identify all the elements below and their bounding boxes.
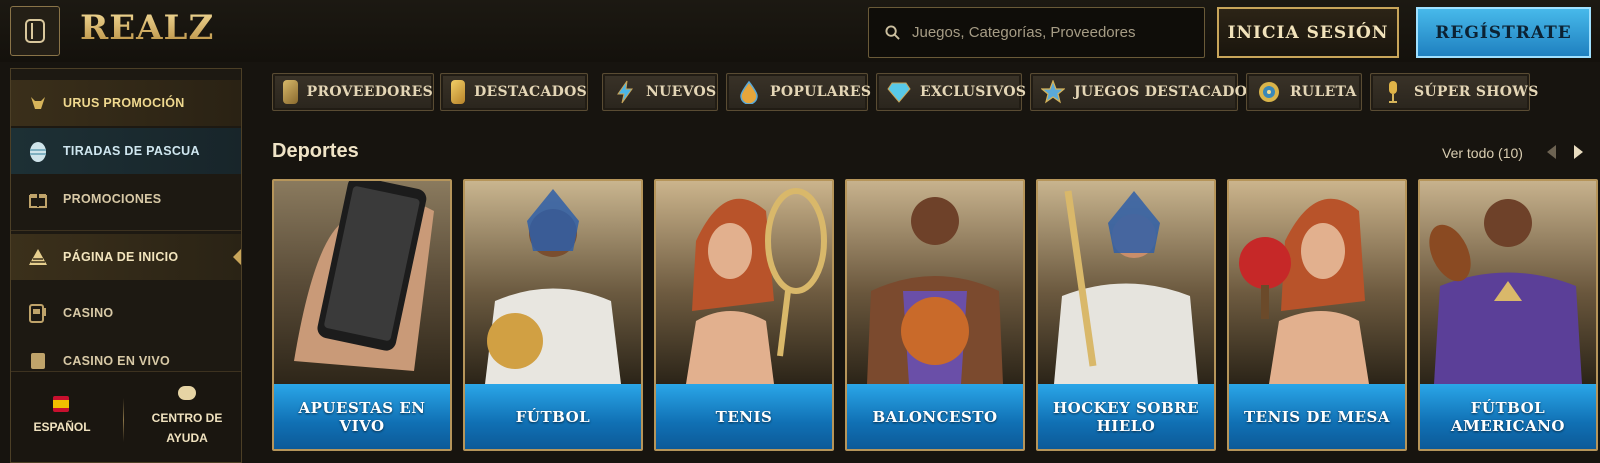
game-card-futbol-americano[interactable]: FÚTBOL AMERICANO: [1418, 179, 1598, 451]
sidebar-item-pagina-de-inicio[interactable]: PÁGINA DE INICIO: [11, 234, 241, 280]
game-card-apuestas-en-vivo[interactable]: APUESTAS EN VIVO: [272, 179, 452, 451]
card-title: TENIS: [715, 407, 773, 426]
game-card-futbol[interactable]: FÚTBOL: [463, 179, 643, 451]
game-card-hockey-sobre-hielo[interactable]: HOCKEY SOBRE HIELO: [1036, 179, 1216, 451]
gold-bars-icon: [451, 80, 466, 104]
sidebar-item-label: CASINO EN VIVO: [63, 354, 170, 368]
carousel-prev-button[interactable]: [1540, 140, 1562, 164]
card-title: APUESTAS EN VIVO: [298, 398, 426, 435]
card-label-band: FÚTBOL: [465, 384, 641, 449]
easter-egg-icon: [27, 140, 49, 162]
section-title: Deportes: [272, 140, 359, 162]
soccer-ball-icon: [465, 181, 641, 384]
lightning-icon: [613, 80, 637, 104]
slot-machine-icon: [27, 302, 49, 324]
carousel-next-button[interactable]: [1568, 140, 1590, 164]
game-card-tenis[interactable]: TENIS: [654, 179, 834, 451]
search-box[interactable]: [868, 7, 1205, 58]
search-input[interactable]: [910, 23, 1184, 42]
category-label: PROVEEDORES: [306, 84, 433, 100]
sidebar-divider: [11, 230, 241, 231]
card-label-band: APUESTAS EN VIVO: [274, 384, 450, 449]
help-center-link[interactable]: CENTRO DE AYUDA: [141, 408, 233, 448]
category-super-shows[interactable]: SÚPER SHOWS: [1370, 73, 1538, 111]
card-label-band: TENIS DE MESA: [1229, 384, 1405, 449]
card-title: BALONCESTO: [872, 407, 998, 426]
card-title: FÚTBOL AMERICANO: [1450, 398, 1565, 435]
category-label: NUEVOS: [646, 84, 717, 100]
category-label: SÚPER SHOWS: [1414, 84, 1539, 100]
sidebar: URUS PROMOCIÓN TIRADAS DE PASCUA PROMOCI…: [10, 68, 242, 463]
sidebar-footer: ESPAÑOL CENTRO DE AYUDA: [11, 371, 241, 462]
category-label: JUEGOS DESTACADOS: [1074, 84, 1258, 100]
sidebar-toggle-icon: [25, 19, 45, 43]
drop-icon: [737, 80, 761, 105]
category-destacados[interactable]: DESTACADOS: [440, 73, 588, 111]
sidebar-item-casino[interactable]: CASINO: [11, 290, 241, 336]
login-button[interactable]: INICIA SESIÓN: [1217, 7, 1399, 58]
category-juegos-destacados[interactable]: JUEGOS DESTACADOS: [1030, 73, 1257, 111]
card-title: FÚTBOL: [515, 407, 591, 426]
american-football-icon: [1420, 181, 1596, 384]
category-label: POPULARES: [770, 84, 872, 100]
star-icon: [1040, 79, 1066, 104]
sidebar-item-label: TIRADAS DE PASCUA: [63, 144, 200, 158]
diamond-icon: [887, 80, 911, 104]
card-label-band: HOCKEY SOBRE HIELO: [1038, 384, 1214, 449]
sidebar-item-promociones[interactable]: PROMOCIONES: [11, 176, 241, 222]
phone-betting-icon: [274, 181, 450, 384]
hockey-stick-icon: [1038, 181, 1214, 384]
sidebar-item-label: PÁGINA DE INICIO: [63, 250, 179, 264]
category-bar: PROVEEDORES DESTACADOS NUEVOS POPULARES …: [262, 66, 1600, 118]
card-label-band: FÚTBOL AMERICANO: [1420, 384, 1596, 449]
card-label-band: TENIS: [656, 384, 832, 449]
pyramid-home-icon: [27, 246, 49, 268]
register-button[interactable]: REGÍSTRATE: [1416, 7, 1591, 58]
game-card-tenis-de-mesa[interactable]: TENIS DE MESA: [1227, 179, 1407, 451]
live-casino-icon: [27, 350, 49, 372]
card-title: TENIS DE MESA: [1243, 407, 1391, 426]
sidebar-item-urus-promocion[interactable]: URUS PROMOCIÓN: [11, 80, 241, 126]
category-proveedores[interactable]: PROVEEDORES: [272, 73, 434, 111]
game-card-baloncesto[interactable]: BALONCESTO: [845, 179, 1025, 451]
bull-icon: [27, 92, 49, 114]
chat-bubble-icon: [178, 386, 196, 400]
chevron-right-icon: [1574, 145, 1583, 159]
search-icon: [885, 25, 900, 40]
category-nuevos[interactable]: NUEVOS: [602, 73, 718, 111]
card-title: HOCKEY SOBRE HIELO: [1052, 398, 1200, 435]
tennis-racket-icon: [656, 181, 832, 384]
view-all-link[interactable]: Ver todo (10): [1442, 145, 1523, 161]
active-indicator-icon: [233, 249, 241, 265]
chevron-left-icon: [1547, 145, 1556, 159]
sidebar-toggle-button[interactable]: [10, 6, 60, 56]
spain-flag-icon: [53, 396, 69, 412]
ping-pong-paddle-icon: [1229, 181, 1405, 384]
category-label: EXCLUSIVOS: [920, 84, 1027, 100]
category-populares[interactable]: POPULARES: [726, 73, 872, 111]
footer-divider: [123, 398, 124, 442]
language-selector[interactable]: ESPAÑOL: [29, 420, 95, 434]
microphone-icon: [1381, 80, 1405, 104]
gift-icon: [27, 188, 49, 210]
category-ruleta[interactable]: RULETA: [1246, 73, 1362, 111]
sidebar-item-tiradas-de-pascua[interactable]: TIRADAS DE PASCUA: [11, 128, 241, 174]
category-exclusivos[interactable]: EXCLUSIVOS: [876, 73, 1026, 111]
category-label: DESTACADOS: [474, 84, 587, 100]
scroll-icon: [283, 80, 298, 104]
roulette-icon: [1257, 80, 1281, 104]
basketball-icon: [847, 181, 1023, 384]
category-label: RULETA: [1290, 84, 1357, 100]
sidebar-item-label: PROMOCIONES: [63, 192, 162, 206]
card-label-band: BALONCESTO: [847, 384, 1023, 449]
site-logo[interactable]: REALZ: [80, 8, 214, 48]
sidebar-item-label: URUS PROMOCIÓN: [63, 96, 185, 110]
sidebar-item-label: CASINO: [63, 306, 114, 320]
